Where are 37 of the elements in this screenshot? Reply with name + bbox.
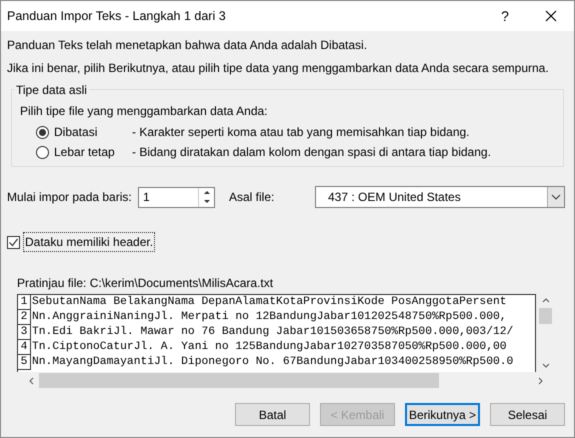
origin-label: Asal file: <box>229 189 276 206</box>
chevron-down-icon <box>551 194 561 200</box>
dialog-button[interactable]: Berikutnya > <box>405 403 480 426</box>
scroll-thumb[interactable] <box>39 373 439 388</box>
row-number: 4 <box>18 340 31 355</box>
spinner-value: 1 <box>142 189 151 206</box>
header-checkbox[interactable] <box>7 236 20 248</box>
group-prompt: Pilih tipe file yang menggambarkan data Anda: <box>20 103 268 120</box>
origin-dropdown[interactable]: 437 : OEM United States <box>315 186 565 208</box>
intro-text: Panduan Teks telah menetapkan bahwa data Anda adalah Dibatasi. <box>7 37 368 54</box>
window-title: Panduan Impor Teks - Langkah 1 dari 3 <box>7 8 227 25</box>
radio-button[interactable] <box>36 146 49 158</box>
radio-button[interactable] <box>36 126 49 138</box>
dialog-button[interactable]: Batal <box>235 403 310 426</box>
row-number: 1 <box>18 295 31 310</box>
option-label[interactable]: Lebar tetap <box>54 143 132 161</box>
dialog-button[interactable]: Selesai <box>490 403 565 426</box>
preview-label: Pratinjau file: C:\kerim\Documents\MilisAcara.txt <box>17 275 274 292</box>
option-description: - Karakter seperti koma atau tab yang memisahkan tiap bidang. <box>132 124 470 141</box>
option-description: - Bidang diratakan dalam kolom dengan spasi di antara tiap bidang. <box>132 144 491 161</box>
checkbox-label[interactable]: Dataku memiliki header. <box>23 232 156 252</box>
scroll-thumb[interactable] <box>539 308 552 324</box>
option-label[interactable]: Dibatasi <box>54 123 132 141</box>
preview-row: SebutanNama BelakangNama DepanAlamatKotaProvinsiKode PosAnggotaPersent <box>31 295 507 310</box>
close-icon <box>545 10 557 22</box>
row-number: 5 <box>18 355 31 370</box>
start-row-label: Mulai impor pada baris: <box>7 189 133 206</box>
help-button[interactable]: ? <box>482 1 528 31</box>
row-number: 3 <box>18 325 31 340</box>
preview-row: Nn.MayangDamayantiJl. Diponegoro No. 67BandungJabar103400258950%Rp500.0 <box>31 355 514 370</box>
start-row-spinner[interactable]: 1 <box>138 186 215 208</box>
dropdown-value: 437 : OEM United States <box>327 189 462 206</box>
preview-row: Tn.CiptonoCaturJl. A. Yani no 125BandungJabar102703587050%Rp500.000,00 <box>31 340 507 355</box>
intro-text: Jika ini benar, pilih Berikutnya, atau pilih tipe data yang menggambarkan data Anda secara sempurna. <box>7 60 550 77</box>
preview-row: Tn.Edi BakriJl. Mawar no 76 Bandung Jabar101503658750%Rp500.000,003/12/ <box>31 325 514 340</box>
row-number: 2 <box>18 310 31 325</box>
preview-row: Nn.AnggrainiNaningJl. Merpati no 12BandungJabar101202548750%Rp500.000, <box>31 310 507 325</box>
